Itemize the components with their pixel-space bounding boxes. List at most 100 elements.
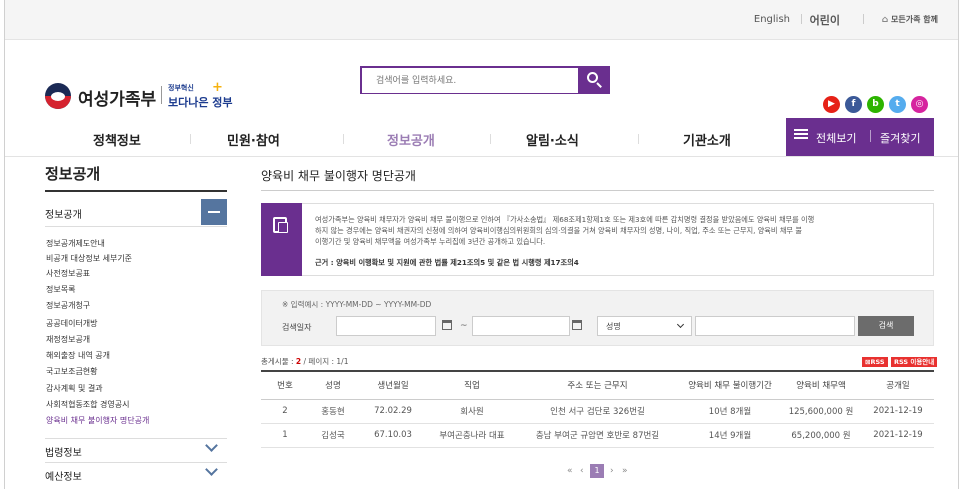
blog-icon[interactable]: b [867, 96, 884, 113]
lnb-sub-item[interactable]: 정보공개청구 [46, 300, 90, 311]
lnb-category-label: 법령정보 [45, 448, 82, 459]
date-format-hint: ※ 입력예시 : YYYY-MM-DD ~ YYYY-MM-DD [282, 300, 432, 309]
notice-legal-basis: 근거 : 양육비 이행확보 및 지원에 관한 법률 제21조의5 및 같은 법 … [315, 258, 579, 267]
gnb-item-disclosure[interactable]: 정보공개 [387, 130, 435, 149]
start-date-input[interactable] [336, 316, 436, 336]
gnb-separator [343, 134, 344, 144]
end-date-input[interactable] [472, 316, 570, 336]
lnb-sub-item[interactable]: 감사계획 및 결과 [46, 383, 103, 394]
cell-address: 인천 서구 검단로 326번길 [515, 399, 680, 424]
lnb-sub-item[interactable]: 재정정보공개 [46, 334, 90, 345]
logo-separator [161, 86, 162, 104]
calendar-icon[interactable] [572, 320, 582, 330]
twitter-icon[interactable]: t [889, 96, 906, 113]
lnb-sub-item[interactable]: 비공개 대상정보 세부기준 [46, 253, 132, 264]
cell-amount: 125,600,000 원 [780, 399, 862, 424]
pager-next-button[interactable]: › [610, 466, 614, 476]
cell-job: 회사원 [429, 399, 515, 424]
notice-text: 여성가족부는 양육비 채무자가 양육비 채무 불이행으로 인하여 『가사소송법』… [315, 214, 927, 247]
gnb-item-civil[interactable]: 민원·참여 [227, 130, 280, 149]
lnb-category-label: 예산정보 [45, 472, 82, 483]
pager-first-button[interactable]: « [567, 466, 573, 476]
facebook-icon[interactable]: f [845, 96, 862, 113]
th-amount: 양육비 채무액 [780, 370, 862, 400]
gov-innovation-small: 정부혁신 [168, 84, 194, 92]
lnb-sub-item[interactable]: 국고보조금현황 [46, 366, 98, 377]
notice-icon-bar [261, 203, 302, 276]
table-row[interactable]: 2 홍동현 72.02.29 회사원 인천 서구 검단로 326번길 10년 8… [261, 399, 934, 424]
lnb-sub-item[interactable]: 공공데이터개방 [46, 318, 98, 329]
lnb-sub-item-active[interactable]: 양육비 채무 불이행자 명단공개 [46, 415, 149, 426]
gnb-separator [638, 134, 639, 144]
cell-date: 2021-12-19 [862, 423, 934, 448]
search-icon [587, 72, 598, 83]
rss-guide-button[interactable]: RSS 이용안내 [891, 357, 938, 367]
cell-date: 2021-12-19 [862, 399, 934, 424]
search-icon-handle [596, 82, 602, 88]
cell-amount: 65,200,000 원 [780, 423, 862, 448]
lnb-sub-item[interactable]: 사회적협동조합 경영공시 [46, 399, 130, 410]
ministry-logo-text[interactable]: 여성가족부 [78, 85, 156, 110]
pager-current-page[interactable]: 1 [590, 464, 604, 478]
search-button[interactable] [578, 66, 610, 94]
chevron-down-icon [676, 320, 685, 329]
cell-birthdate: 67.10.03 [357, 423, 429, 448]
english-link[interactable]: English [754, 14, 790, 25]
instagram-icon[interactable]: ◎ [911, 96, 928, 113]
notice-line: 이행기간 및 양육비 채무액을 여성가족부 누리집에 3년간 공개하고 있습니다… [315, 237, 546, 246]
th-name: 성명 [309, 370, 357, 400]
gnb-item-news[interactable]: 알림·소식 [526, 130, 579, 149]
youtube-icon[interactable]: ▶ [823, 96, 840, 113]
utility-separator [863, 14, 864, 24]
page-right-border [958, 0, 959, 489]
hamburger-icon[interactable] [794, 133, 808, 135]
notice-line: 여성가족부는 양육비 채무자가 양육비 채무 불이행으로 인하여 『가사소송법』… [315, 215, 815, 224]
cell-number: 1 [261, 423, 309, 448]
gnb-divider [5, 156, 958, 157]
all-menu-separator [870, 130, 871, 142]
lnb-sub-item[interactable]: 정보공개제도안내 [46, 238, 105, 249]
search-box [360, 66, 578, 94]
th-job: 직업 [429, 370, 515, 400]
calendar-icon[interactable] [442, 320, 452, 330]
table-row[interactable]: 1 김성국 67.10.03 부여곤충나라 대표 충남 부여군 규암면 호반로 … [261, 423, 934, 448]
page-left-border [4, 0, 5, 489]
lnb-category-law[interactable]: 법령정보 [45, 438, 227, 460]
th-address: 주소 또는 근무지 [515, 370, 680, 400]
collapse-minus-icon[interactable] [201, 199, 227, 225]
pager-last-button[interactable]: » [622, 466, 628, 476]
search-input[interactable] [362, 69, 578, 93]
chevron-down-icon [205, 439, 218, 452]
cell-period: 10년 8개월 [680, 399, 780, 424]
lnb-sub-item[interactable]: 정보목록 [46, 284, 75, 295]
count-suffix: / 페이지 : 1/1 [301, 357, 349, 366]
keyword-input[interactable] [695, 316, 855, 336]
table-header-row: 번호 성명 생년월일 직업 주소 또는 근무지 양육비 채무 불이행기간 양육비… [261, 370, 934, 400]
count-prefix: 총게시물 : [261, 357, 296, 366]
lnb-sub-item[interactable]: 해외출장 내역 공개 [46, 350, 110, 361]
utility-bar: English 어린이 ⌂ 모든가족 함께 [5, 0, 958, 40]
cell-job: 부여곤충나라 대표 [429, 423, 515, 448]
gnb-item-policy[interactable]: 정책정보 [93, 130, 141, 149]
favorites-button[interactable]: 즐겨찾기 [880, 130, 920, 146]
pager-prev-button[interactable]: ‹ [580, 466, 584, 476]
search-filter-panel: ※ 입력예시 : YYYY-MM-DD ~ YYYY-MM-DD 검색일자 ~ … [261, 290, 934, 346]
kids-link[interactable]: 어린이 [810, 12, 840, 28]
lnb-category-budget[interactable]: 예산정보 [45, 462, 227, 484]
taegeuk-logo-icon[interactable] [45, 83, 71, 109]
page-title-underline [261, 190, 934, 191]
family-link-label: 모든가족 함께 [891, 15, 938, 24]
search-field-select[interactable]: 성명 [597, 316, 692, 336]
lnb-sub-item[interactable]: 사전정보공표 [46, 268, 90, 279]
gov-plus-icon: + [212, 80, 223, 95]
cell-address: 충남 부여군 규암면 호반로 87번길 [515, 423, 680, 448]
lnb-group-disclosure[interactable]: 정보공개 [45, 197, 227, 227]
gnb-separator [490, 134, 491, 144]
rss-button[interactable]: ⊠RSS [862, 357, 888, 367]
filter-search-button[interactable]: 검색 [858, 316, 914, 336]
family-link[interactable]: ⌂ 모든가족 함께 [882, 14, 938, 25]
all-menu-button[interactable]: 전체보기 [816, 130, 856, 146]
th-date: 공개일 [862, 370, 934, 400]
gnb-item-about[interactable]: 기관소개 [683, 130, 731, 149]
cell-birthdate: 72.02.29 [357, 399, 429, 424]
